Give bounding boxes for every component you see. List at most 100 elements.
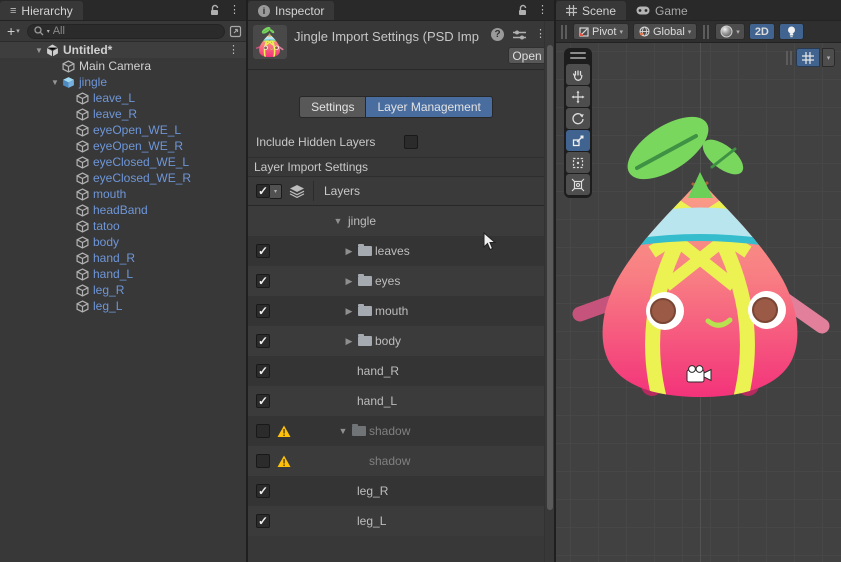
open-search-window-icon[interactable] bbox=[229, 25, 242, 38]
search-field[interactable]: ▾ bbox=[26, 23, 225, 39]
hierarchy-item[interactable]: ▼ ▶ mouth ⋮ bbox=[0, 186, 246, 202]
hierarchy-item-label: hand_R bbox=[93, 251, 136, 265]
hierarchy-item-label: Untitled* bbox=[63, 43, 113, 57]
view-tool[interactable] bbox=[566, 64, 590, 85]
layer-checkbox[interactable] bbox=[256, 244, 270, 258]
body[interactable]: ▼ ▶ body bbox=[248, 326, 544, 356]
hierarchy-item[interactable]: ▼ ▶ leg_L ⋮ bbox=[0, 298, 246, 314]
hierarchy-item[interactable]: ▼ ▶ leg_R ⋮ bbox=[0, 282, 246, 298]
scene-lighting-button[interactable] bbox=[778, 23, 804, 40]
jingle-character[interactable] bbox=[556, 43, 841, 562]
lock-icon[interactable] bbox=[210, 4, 221, 16]
lock-icon[interactable] bbox=[518, 4, 529, 16]
hierarchy-item[interactable]: ▼ ▶ hand_R ⋮ bbox=[0, 250, 246, 266]
foldout-collapsed-icon[interactable]: ▶ bbox=[342, 336, 356, 347]
layer-checkbox[interactable] bbox=[256, 484, 270, 498]
foldout-collapsed-icon[interactable]: ▶ bbox=[342, 306, 356, 317]
pivot-button[interactable]: Pivot ▾ bbox=[573, 23, 629, 40]
hierarchy-item[interactable]: ▼ ▶ Main Camera ⋮ bbox=[0, 58, 246, 74]
foldout-collapsed-icon[interactable]: ▶ bbox=[342, 246, 356, 257]
hierarchy-item[interactable]: ▼ ▶ leave_L ⋮ bbox=[0, 90, 246, 106]
eyes[interactable]: ▼ ▶ eyes bbox=[248, 266, 544, 296]
tab-scene[interactable]: Scene bbox=[556, 1, 627, 20]
layer-checkbox[interactable] bbox=[256, 304, 270, 318]
foldout-expanded-icon[interactable]: ▼ bbox=[336, 426, 350, 436]
layer-list: ▼ ▶ jingle ▼ ▶ leaves ▼ bbox=[248, 206, 544, 536]
foldout-collapsed-icon[interactable]: ▶ bbox=[342, 276, 356, 287]
scale-tool[interactable] bbox=[566, 130, 590, 151]
shadow[interactable]: ▼ ▶ shadow bbox=[248, 416, 544, 446]
hierarchy-item[interactable]: ▼ ▶ eyeOpen_WE_R ⋮ bbox=[0, 138, 246, 154]
inspector-menu-icon[interactable]: ⋮ bbox=[537, 4, 548, 16]
layer-checkbox[interactable] bbox=[256, 454, 270, 468]
layer-import-settings-header: Layer Import Settings bbox=[248, 157, 544, 177]
include-hidden-layers-row: Include Hidden Layers bbox=[256, 134, 544, 150]
scene-menu-icon[interactable]: ⋮ bbox=[228, 44, 246, 56]
tools-drag-handle[interactable] bbox=[564, 48, 592, 63]
cube-icon bbox=[76, 251, 89, 265]
overlay-handle[interactable] bbox=[786, 50, 792, 65]
scene-viewport[interactable]: ▾ bbox=[556, 43, 841, 562]
hierarchy-item[interactable]: ▼ ▶ jingle ⋮ bbox=[0, 74, 246, 90]
info-icon: i bbox=[258, 4, 270, 17]
hierarchy-item[interactable]: ▼ ▶ eyeClosed_WE_L ⋮ bbox=[0, 154, 246, 170]
tab-inspector[interactable]: i Inspector bbox=[248, 1, 335, 20]
grid-options-caret[interactable]: ▾ bbox=[822, 48, 835, 67]
leg_L[interactable]: ▼ ▶ leg_L bbox=[248, 506, 544, 536]
toggle-all-caret-icon[interactable]: ▾ bbox=[270, 183, 282, 199]
layer-name: jingle bbox=[348, 214, 377, 228]
tab-settings[interactable]: Settings bbox=[299, 96, 366, 118]
hand_L[interactable]: ▼ ▶ hand_L bbox=[248, 386, 544, 416]
leaves[interactable]: ▼ ▶ leaves bbox=[248, 236, 544, 266]
toolbar-handle[interactable] bbox=[703, 24, 710, 39]
toggle-all-checkbox[interactable] bbox=[256, 184, 270, 198]
global-button[interactable]: Global ▾ bbox=[632, 23, 698, 40]
layer-checkbox[interactable] bbox=[256, 514, 270, 528]
hierarchy-item[interactable]: ▼ ▶ headBand ⋮ bbox=[0, 202, 246, 218]
leg_R[interactable]: ▼ ▶ leg_R bbox=[248, 476, 544, 506]
tab-hierarchy[interactable]: ≡ Hierarchy bbox=[0, 1, 83, 20]
hierarchy-item[interactable]: ▼ ▶ eyeClosed_WE_R ⋮ bbox=[0, 170, 246, 186]
open-button[interactable]: Open bbox=[508, 47, 546, 64]
hierarchy-menu-icon[interactable]: ⋮ bbox=[229, 4, 240, 16]
include-hidden-layers-checkbox[interactable] bbox=[404, 135, 418, 149]
add-object-button[interactable]: + ▾ bbox=[4, 23, 23, 39]
light-bulb-icon bbox=[787, 26, 795, 37]
toolbar-handle[interactable] bbox=[561, 24, 567, 39]
mode-2d-button[interactable]: 2D bbox=[748, 23, 775, 40]
layer-checkbox[interactable] bbox=[256, 334, 270, 348]
inspector-scrollbar[interactable] bbox=[544, 21, 554, 562]
foldout-expanded-icon[interactable]: ▼ bbox=[331, 216, 345, 226]
search-filter-caret-icon[interactable]: ▾ bbox=[47, 28, 50, 35]
scrollbar-thumb[interactable] bbox=[547, 45, 553, 510]
search-input[interactable] bbox=[52, 25, 218, 37]
hierarchy-item[interactable]: ▼ ▶ hand_L ⋮ bbox=[0, 266, 246, 282]
transform-tool[interactable] bbox=[566, 174, 590, 195]
hierarchy-item[interactable]: ▼ ▶ leave_R ⋮ bbox=[0, 106, 246, 122]
layer-checkbox[interactable] bbox=[256, 364, 270, 378]
hand_R[interactable]: ▼ ▶ hand_R bbox=[248, 356, 544, 386]
camera-gizmo[interactable] bbox=[686, 365, 712, 383]
layer-checkbox[interactable] bbox=[256, 274, 270, 288]
hierarchy-item[interactable]: ▼ ▶ body ⋮ bbox=[0, 234, 246, 250]
scene-tabbar: Scene Game bbox=[556, 0, 841, 21]
tab-game[interactable]: Game bbox=[626, 1, 698, 20]
foldout-expanded-icon[interactable]: ▼ bbox=[48, 78, 62, 87]
hierarchy-item[interactable]: ▼ ▶ eyeOpen_WE_L ⋮ bbox=[0, 122, 246, 138]
presets-icon[interactable] bbox=[513, 29, 526, 41]
grid-toggle-button[interactable] bbox=[796, 48, 820, 67]
rect-tool[interactable] bbox=[566, 152, 590, 173]
layer-checkbox[interactable] bbox=[256, 424, 270, 438]
hierarchy-item[interactable]: ▼ ▶ tatoo ⋮ bbox=[0, 218, 246, 234]
help-icon[interactable]: ? bbox=[491, 28, 504, 41]
mouth[interactable]: ▼ ▶ mouth bbox=[248, 296, 544, 326]
hierarchy-item[interactable]: ▼ ▶ Untitled* ⋮ bbox=[0, 42, 246, 58]
foldout-expanded-icon[interactable]: ▼ bbox=[32, 46, 46, 55]
tab-layer-management[interactable]: Layer Management bbox=[365, 96, 493, 118]
shadow[interactable]: ▼ ▶ shadow bbox=[248, 446, 544, 476]
jingle[interactable]: ▼ ▶ jingle bbox=[248, 206, 544, 236]
shading-mode-button[interactable]: ▾ bbox=[715, 23, 745, 40]
layer-checkbox[interactable] bbox=[256, 394, 270, 408]
move-tool[interactable] bbox=[566, 86, 590, 107]
rotate-tool[interactable] bbox=[566, 108, 590, 129]
